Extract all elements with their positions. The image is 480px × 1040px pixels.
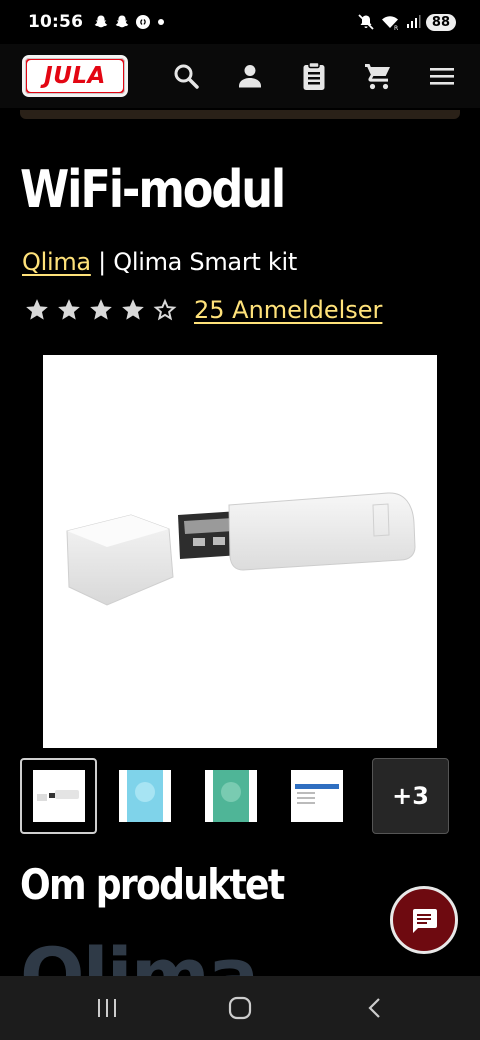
snapchat-icon	[115, 15, 129, 28]
clipboard-icon[interactable]	[298, 60, 330, 92]
back-icon[interactable]	[359, 992, 391, 1024]
thumbnail-more[interactable]: +3	[372, 758, 449, 834]
star-filled-icon	[58, 299, 80, 320]
brand-separator: |	[90, 248, 114, 276]
brand-line: Qlima | Qlima Smart kit	[22, 248, 297, 276]
battery-level: 88	[431, 14, 450, 30]
recent-apps-icon[interactable]	[91, 992, 123, 1024]
brand-heading: Qlima	[20, 931, 258, 978]
menu-icon[interactable]	[426, 60, 458, 92]
rating-stars	[24, 297, 178, 323]
reviews-link[interactable]: 25 Anmeldelser	[194, 296, 382, 324]
site-header: JULA	[0, 44, 480, 108]
chat-icon	[413, 909, 437, 933]
signal-icon	[406, 15, 421, 28]
product-series: Qlima Smart kit	[113, 248, 297, 276]
image-thumbnails: +3	[20, 758, 460, 834]
home-icon[interactable]	[224, 992, 256, 1024]
chat-button[interactable]	[390, 886, 458, 954]
system-nav-bar	[0, 976, 480, 1040]
shazam-icon	[136, 15, 151, 29]
search-icon[interactable]	[170, 60, 202, 92]
dot-icon	[158, 19, 165, 25]
wifi-icon: R	[381, 16, 398, 31]
product-title: WiFi-modul	[20, 160, 286, 220]
star-outline-icon	[153, 298, 177, 321]
status-bar: 10:56 R 88	[0, 0, 480, 44]
thumbnail-app-screen-list[interactable]	[278, 758, 355, 834]
thumbnail-usb-module[interactable]	[20, 758, 97, 834]
product-main-image[interactable]	[43, 355, 437, 748]
header-divider	[20, 110, 460, 119]
cart-icon[interactable]	[362, 60, 394, 92]
mute-icon	[358, 14, 374, 30]
star-filled-icon	[122, 299, 144, 320]
rating-row: 25 Anmeldelser	[24, 296, 382, 324]
battery-icon: 88	[425, 13, 456, 31]
svg-text:R: R	[394, 25, 398, 31]
star-filled-icon	[26, 299, 48, 320]
star-filled-icon	[90, 299, 112, 320]
thumbnail-app-screen-blue[interactable]	[106, 758, 183, 834]
brand-link[interactable]: Qlima	[22, 248, 91, 276]
status-time: 10:56	[28, 12, 84, 32]
thumbnail-app-screen-green[interactable]	[192, 758, 269, 834]
snapchat-icon	[94, 15, 108, 28]
about-title: Om produktet	[20, 860, 285, 909]
account-icon[interactable]	[234, 60, 266, 92]
